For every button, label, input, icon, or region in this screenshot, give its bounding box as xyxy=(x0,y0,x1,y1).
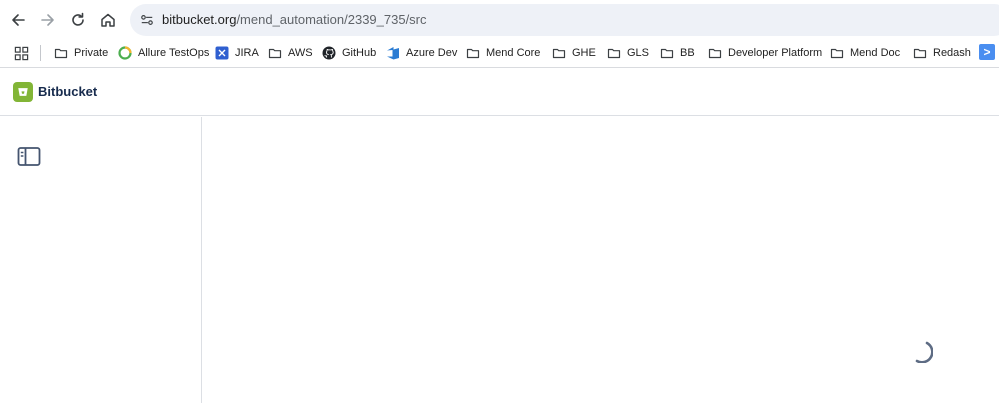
folder-icon xyxy=(708,46,722,60)
bookmark-allure-testops[interactable]: Allure TestOps xyxy=(118,43,209,63)
bookmark-label: Azure Dev xyxy=(406,47,458,59)
arrow-left-icon xyxy=(12,14,25,26)
bookmark-developer-platform[interactable]: Developer Platform xyxy=(708,43,822,63)
azure-devops-icon xyxy=(386,46,400,60)
bookmark-label: JIRA xyxy=(235,47,259,59)
apps-grid-icon xyxy=(14,46,28,60)
allure-icon xyxy=(118,46,132,60)
brand-name[interactable]: Bitbucket xyxy=(38,84,97,99)
arrow-right-icon xyxy=(41,14,54,26)
bookmarks-bar: Private Allure TestOps JIRA AWS GitHub A… xyxy=(0,40,999,68)
sidebar-toggle-button[interactable] xyxy=(17,146,41,168)
bookmark-azure-dev[interactable]: Azure Dev xyxy=(386,43,457,63)
address-bar[interactable]: bitbucket.org/mend_automation/2339_735/s… xyxy=(130,4,999,36)
bookmark-label: Private xyxy=(74,47,109,59)
folder-icon xyxy=(466,46,480,60)
url-path: /mend_automation/2339_735/src xyxy=(236,12,427,27)
sidebar-panel-icon xyxy=(17,147,41,166)
bookmark-label: Developer Platform xyxy=(728,47,823,59)
bookmark-label: GLS xyxy=(627,47,650,59)
folder-icon xyxy=(660,46,674,60)
bookmark-mend-core[interactable]: Mend Core xyxy=(466,43,540,63)
folder-icon xyxy=(552,46,566,60)
forward-button[interactable] xyxy=(36,8,60,32)
sidebar xyxy=(0,117,202,403)
folder-icon xyxy=(913,46,927,60)
bookmark-label: Mend Doc xyxy=(850,47,901,59)
reload-button[interactable] xyxy=(66,8,90,32)
github-icon xyxy=(322,46,336,60)
bookmark-redash[interactable]: Redash xyxy=(913,43,971,63)
bookmark-github[interactable]: GitHub xyxy=(322,43,376,63)
site-info-icon[interactable] xyxy=(138,11,156,29)
bookmark-bb[interactable]: BB xyxy=(660,43,695,63)
bookmarks-overflow-button[interactable]: > xyxy=(979,44,995,60)
bookmark-label: AWS xyxy=(288,47,313,59)
bookmarks-divider xyxy=(40,45,41,61)
home-button[interactable] xyxy=(96,8,120,32)
app-header: Bitbucket xyxy=(0,69,999,116)
main-content xyxy=(203,117,999,403)
bookmark-label: Allure TestOps xyxy=(138,47,210,59)
bookmark-label: Redash xyxy=(933,47,971,59)
bookmark-private[interactable]: Private xyxy=(54,43,108,63)
bookmark-ghe[interactable]: GHE xyxy=(552,43,596,63)
folder-icon xyxy=(268,46,282,60)
bookmark-gls[interactable]: GLS xyxy=(607,43,649,63)
bookmark-label: GitHub xyxy=(342,47,377,59)
bookmark-label: BB xyxy=(680,47,695,59)
apps-button[interactable] xyxy=(12,44,30,62)
bookmark-aws[interactable]: AWS xyxy=(268,43,313,63)
folder-icon xyxy=(607,46,621,60)
reload-icon xyxy=(72,12,84,26)
bitbucket-logo-icon[interactable] xyxy=(13,82,33,102)
folder-icon xyxy=(830,46,844,60)
jira-icon xyxy=(215,46,229,60)
url-text[interactable]: bitbucket.org/mend_automation/2339_735/s… xyxy=(162,12,427,27)
url-host: bitbucket.org xyxy=(162,12,237,27)
bookmark-jira[interactable]: JIRA xyxy=(215,43,259,63)
loading-spinner-icon xyxy=(915,341,933,363)
home-icon xyxy=(101,13,115,27)
back-button[interactable] xyxy=(6,8,30,32)
folder-icon xyxy=(54,46,68,60)
browser-toolbar: bitbucket.org/mend_automation/2339_735/s… xyxy=(0,0,999,40)
bookmark-label: Mend Core xyxy=(486,47,541,59)
bookmark-mend-doc[interactable]: Mend Doc xyxy=(830,43,900,63)
bookmark-label: GHE xyxy=(572,47,596,59)
